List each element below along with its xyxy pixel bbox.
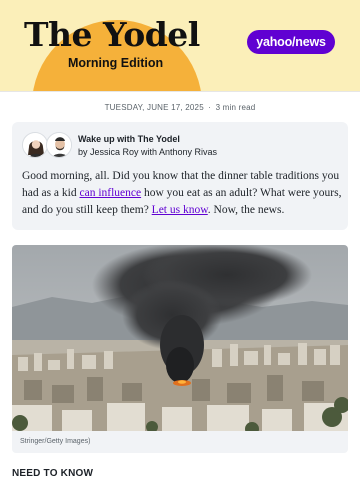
intro-authors: by Jessica Roy with Anthony Rivas — [78, 147, 218, 157]
can-influence-link[interactable]: can influence — [79, 187, 141, 199]
newsletter-title: The Yodel — [24, 15, 200, 54]
avatar-author-2 — [46, 132, 72, 158]
intro-text-3: . Now, the news. — [207, 204, 285, 216]
photo-credit: Stringer/Getty Images) — [20, 438, 91, 445]
newsletter-edition: Morning Edition — [68, 56, 164, 70]
newsletter-header: The Yodel Morning Edition yahoo/news — [0, 0, 360, 91]
smoke-over-city-photo — [12, 245, 348, 431]
yahoo-news-logo[interactable]: yahoo/news — [247, 30, 335, 54]
dateline-separator: · — [208, 103, 212, 112]
dateline: TUESDAY, JUNE 17, 2025 · 3 min read — [0, 103, 360, 112]
author-avatars — [22, 132, 72, 160]
intro-card: Wake up with The Yodel by Jessica Roy wi… — [12, 122, 348, 230]
photo-caption-bar: Stringer/Getty Images) — [12, 431, 348, 453]
read-time: 3 min read — [215, 103, 256, 112]
header-divider — [0, 91, 360, 92]
section-heading: NEED TO KNOW — [12, 468, 94, 479]
let-us-know-link[interactable]: Let us know — [152, 204, 208, 216]
intro-title: Wake up with The Yodel — [78, 134, 180, 144]
publish-date: TUESDAY, JUNE 17, 2025 — [104, 103, 204, 112]
avatar-author-1 — [22, 132, 48, 158]
intro-paragraph: Good morning, all. Did you know that the… — [22, 168, 344, 219]
hero-photo[interactable] — [12, 245, 348, 431]
